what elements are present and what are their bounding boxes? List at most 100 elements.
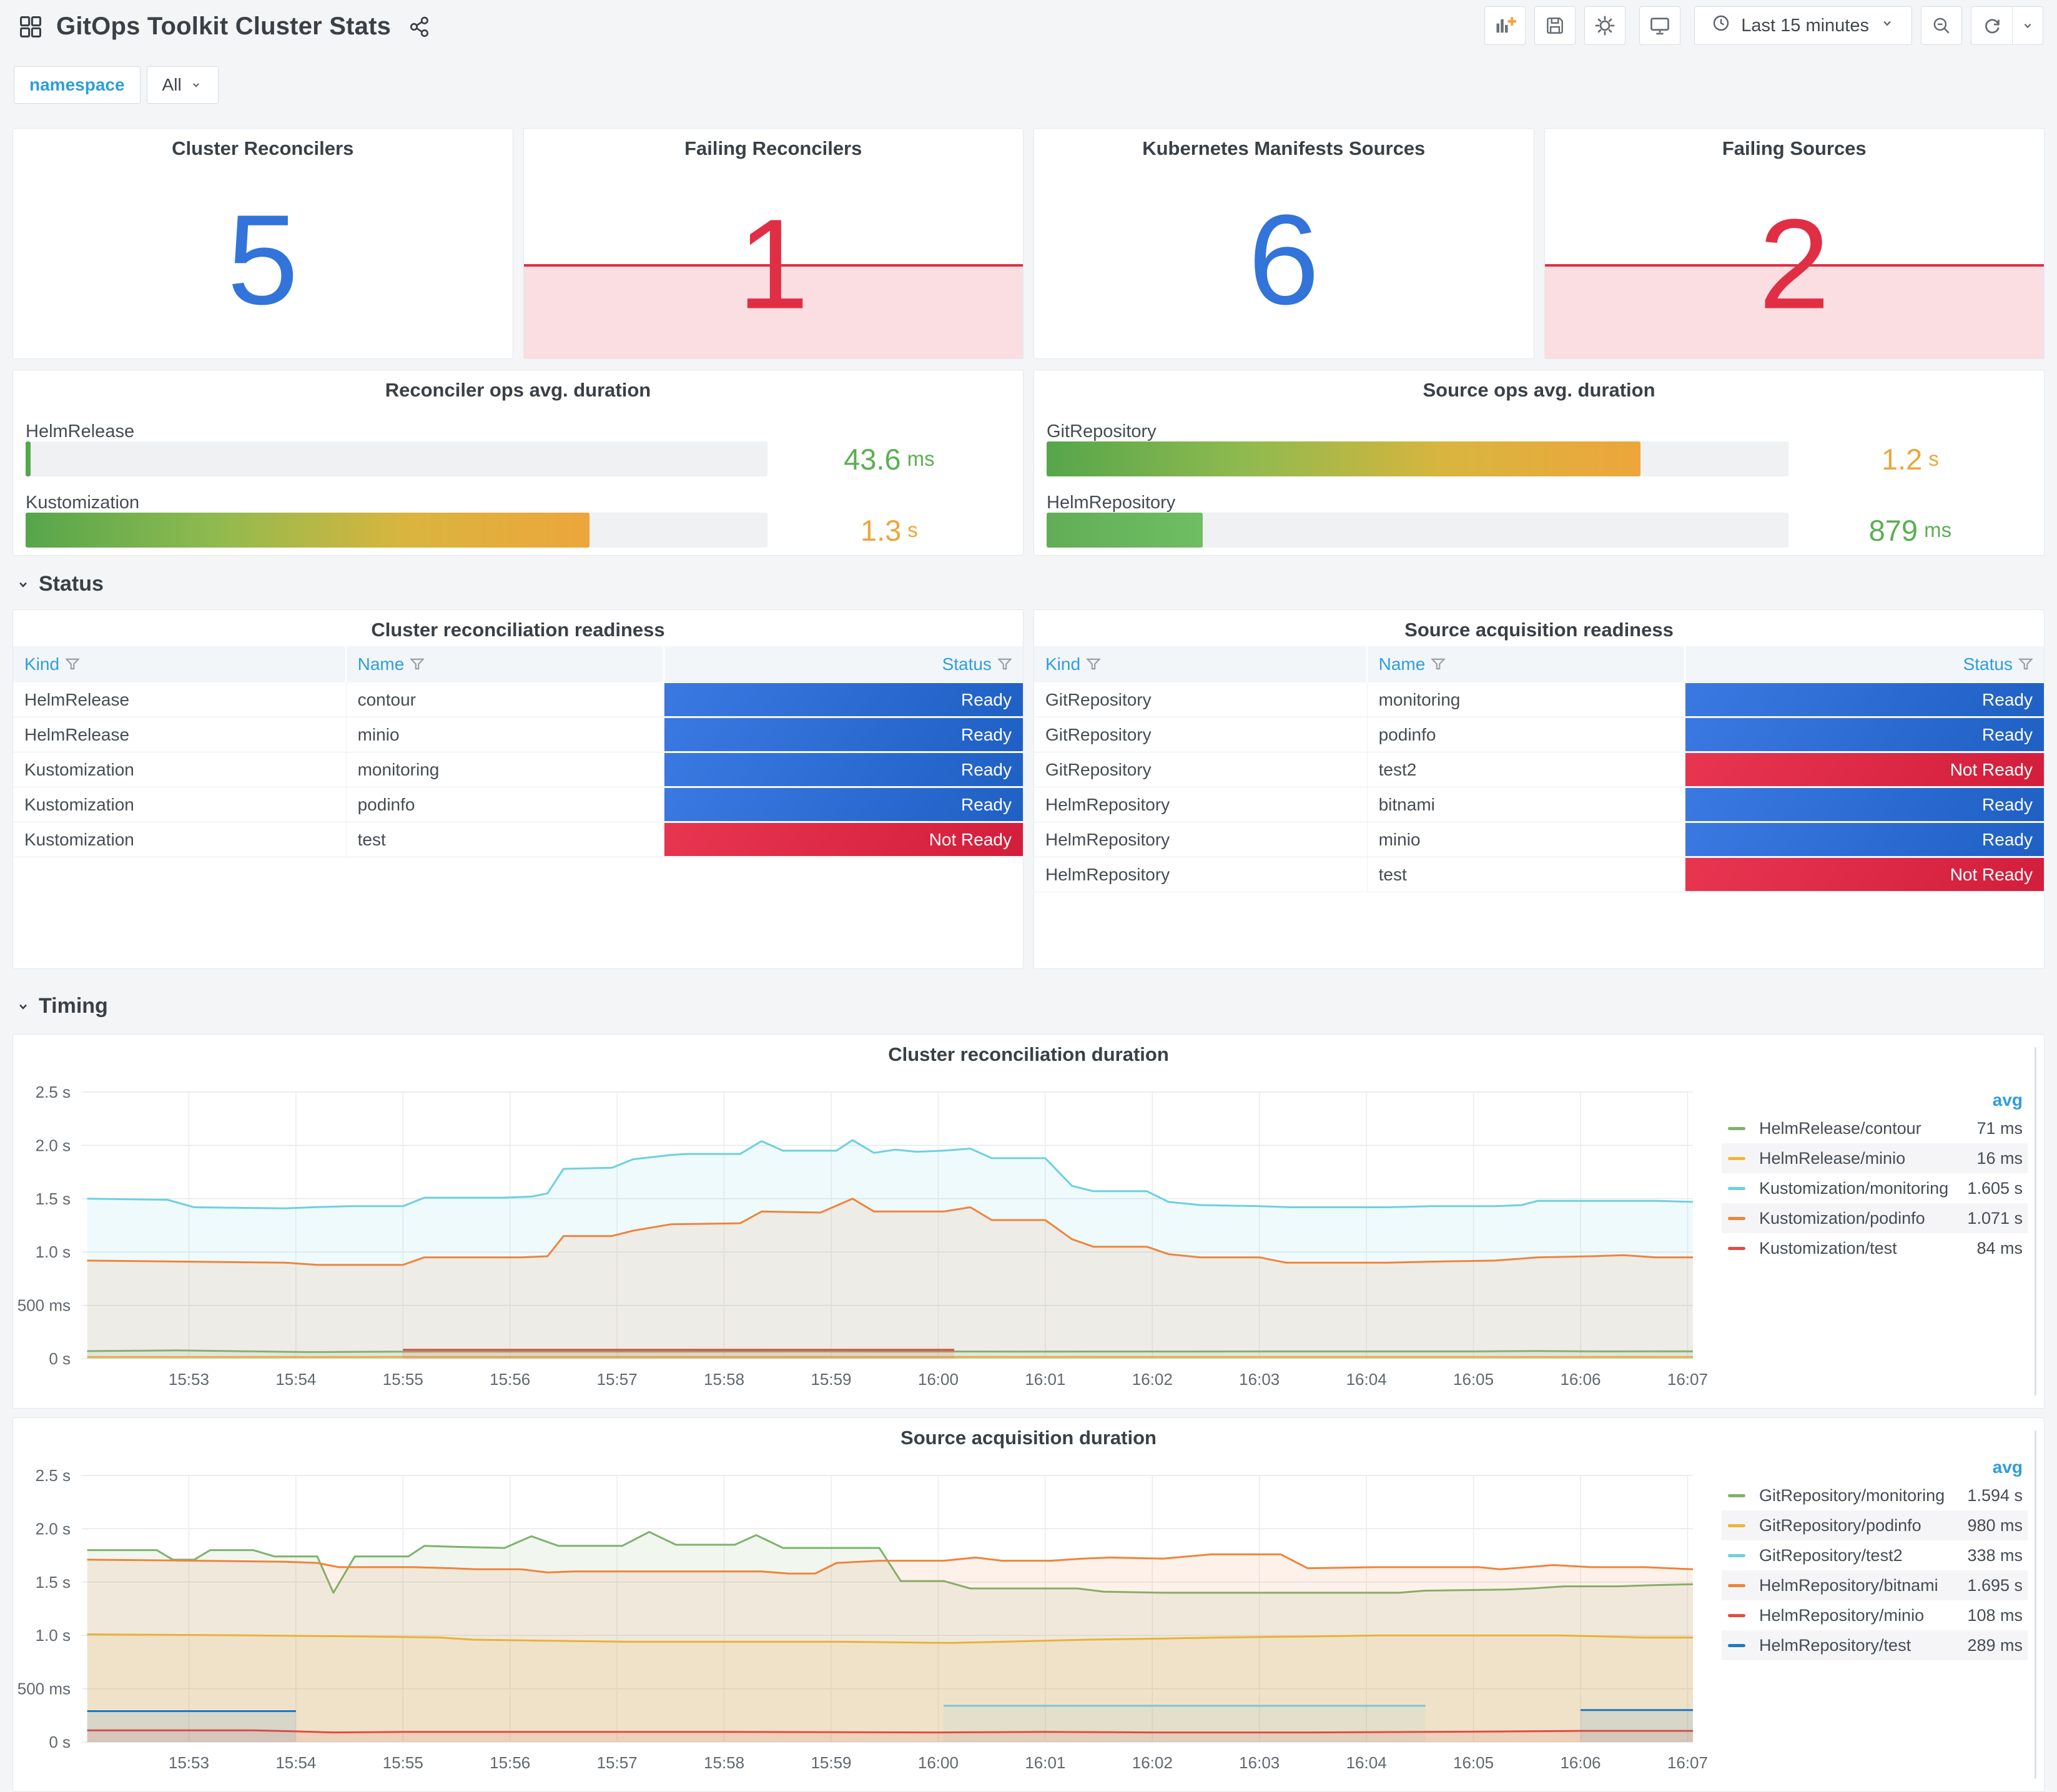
panel-title[interactable]: Source ops avg. duration: [1034, 379, 2044, 401]
gauge-value-unit: s: [907, 518, 918, 541]
chevron-down-icon: [1879, 15, 1895, 36]
refresh-interval-dropdown[interactable]: [2013, 7, 2043, 44]
cell-status: Ready: [1685, 822, 2044, 857]
svg-text:16:00: 16:00: [918, 1370, 959, 1389]
legend-item[interactable]: Kustomization/monitoring 1.605 s: [1722, 1173, 2028, 1203]
tables-row: Cluster reconciliation readiness Kind Name…: [12, 609, 2045, 969]
legend-item[interactable]: HelmRepository/minio 108 ms: [1722, 1600, 2028, 1630]
legend-series-avg: 16 ms: [1976, 1148, 2023, 1168]
legend-scrollbar[interactable]: [2035, 1430, 2036, 1779]
legend-avg-header[interactable]: avg: [1722, 1454, 2028, 1480]
section-timing[interactable]: Timing: [15, 994, 108, 1018]
legend-item[interactable]: GitRepository/podinfo 980 ms: [1722, 1510, 2028, 1540]
panel-title[interactable]: Failing Reconcilers: [524, 137, 1024, 160]
legend-item[interactable]: GitRepository/monitoring 1.594 s: [1722, 1480, 2028, 1510]
settings-button[interactable]: [1584, 6, 1626, 45]
filter-icon[interactable]: [66, 657, 80, 671]
gauge-value-unit: ms: [907, 447, 935, 470]
gauge-row: Reconciler ops avg. duration HelmRelease 4…: [12, 370, 2045, 556]
dashboard-header: GitOps Toolkit Cluster Stats Last 15 min…: [0, 0, 2057, 51]
column-header-name[interactable]: Name: [347, 646, 664, 682]
section-chevron-icon: [19, 582, 27, 588]
table-row: GitRepository test2 Not Ready: [1034, 752, 2044, 787]
variable-namespace-label[interactable]: namespace: [14, 66, 141, 104]
legend-scrollbar[interactable]: [2035, 1047, 2036, 1396]
legend-avg-header[interactable]: avg: [1722, 1087, 2028, 1113]
panel-title[interactable]: Cluster reconciliation readiness: [13, 619, 1023, 641]
stat-value: 6: [1248, 188, 1320, 332]
table-row: HelmRelease minio Ready: [13, 717, 1023, 752]
column-header-kind[interactable]: Kind: [1034, 646, 1368, 682]
time-range-picker[interactable]: Last 15 minutes: [1694, 6, 1912, 45]
legend-item[interactable]: Kustomization/test 84 ms: [1722, 1233, 2028, 1263]
stat-panel: Cluster Reconcilers 5: [12, 128, 513, 359]
table-panel: Cluster reconciliation readiness Kind Name…: [12, 609, 1024, 969]
column-header-status[interactable]: Status: [664, 646, 1023, 682]
panel-title[interactable]: Reconciler ops avg. duration: [13, 379, 1023, 401]
svg-text:0 s: 0 s: [49, 1733, 71, 1751]
status-badge: Not Ready: [1685, 858, 2044, 891]
svg-text:16:05: 16:05: [1453, 1753, 1494, 1772]
cell-kind: HelmRelease: [13, 717, 347, 752]
filter-icon[interactable]: [410, 657, 425, 671]
gauge-fill: [1047, 513, 1203, 548]
series-area: [403, 1349, 955, 1359]
tv-mode-button[interactable]: [1639, 6, 1681, 45]
refresh-button[interactable]: [1971, 7, 2013, 44]
legend-item[interactable]: HelmRepository/bitnami 1.695 s: [1722, 1570, 2028, 1600]
cell-kind: HelmRelease: [13, 682, 347, 717]
svg-text:2.5 s: 2.5 s: [36, 1083, 71, 1101]
cell-status: Ready: [1685, 717, 2044, 752]
cell-name: monitoring: [347, 752, 664, 787]
gauge-value-number: 43.6: [844, 442, 901, 476]
cell-kind: HelmRepository: [1034, 822, 1368, 857]
cell-kind: GitRepository: [1034, 752, 1368, 787]
panel-title[interactable]: Source acquisition readiness: [1034, 619, 2044, 641]
gauge-track: [1047, 513, 1789, 548]
series-color-swatch: [1728, 1524, 1745, 1527]
filter-icon[interactable]: [997, 657, 1012, 671]
legend-item[interactable]: HelmRelease/contour 71 ms: [1722, 1113, 2028, 1143]
variable-namespace-value[interactable]: All: [146, 66, 219, 104]
legend-item[interactable]: HelmRelease/minio 16 ms: [1722, 1143, 2028, 1173]
panel-title[interactable]: Kubernetes Manifests Sources: [1034, 137, 1534, 160]
svg-text:15:58: 15:58: [704, 1370, 744, 1389]
column-header-status[interactable]: Status: [1685, 646, 2044, 682]
svg-text:16:02: 16:02: [1132, 1753, 1173, 1772]
cell-status: Not Ready: [664, 822, 1023, 857]
legend-item[interactable]: GitRepository/test2 338 ms: [1722, 1540, 2028, 1570]
gauge-value: 1.2 s: [1792, 441, 2029, 476]
filter-icon[interactable]: [1087, 657, 1101, 671]
status-badge: Ready: [1685, 683, 2044, 716]
save-button[interactable]: [1534, 6, 1576, 45]
legend-item[interactable]: HelmRepository/test 289 ms: [1722, 1630, 2028, 1660]
dashboard-grid-icon[interactable]: [19, 15, 42, 39]
table-row: GitRepository monitoring Ready: [1034, 682, 2044, 717]
filter-icon[interactable]: [1431, 657, 1446, 671]
series-color-swatch: [1728, 1643, 1745, 1647]
stat-row: Cluster Reconcilers 5 Failing Reconcilers 1…: [12, 128, 2045, 359]
column-header-kind[interactable]: Kind: [13, 646, 347, 682]
gauge-fill: [26, 441, 31, 476]
share-icon[interactable]: [408, 16, 431, 38]
stat-panel: Kubernetes Manifests Sources 6: [1033, 128, 1534, 359]
legend-item[interactable]: Kustomization/podinfo 1.071 s: [1722, 1203, 2028, 1233]
series-area: [87, 1711, 296, 1742]
svg-text:16:01: 16:01: [1025, 1370, 1065, 1389]
column-header-name[interactable]: Name: [1368, 646, 1685, 682]
add-panel-button[interactable]: [1484, 6, 1526, 45]
svg-text:15:56: 15:56: [490, 1370, 530, 1389]
panel-title[interactable]: Cluster Reconcilers: [13, 137, 513, 160]
filter-icon[interactable]: [2018, 657, 2033, 671]
svg-text:15:56: 15:56: [490, 1753, 530, 1772]
svg-text:2.0 s: 2.0 s: [36, 1519, 71, 1538]
gauge-value-number: 879: [1868, 513, 1918, 547]
zoom-out-button[interactable]: [1921, 6, 1962, 45]
svg-text:0 s: 0 s: [49, 1349, 71, 1368]
legend-series-avg: 338 ms: [1967, 1545, 2023, 1565]
section-status[interactable]: Status: [15, 572, 104, 596]
panel-title[interactable]: Failing Sources: [1545, 137, 2045, 160]
dashboard-page: GitOps Toolkit Cluster Stats Last 15 min…: [0, 0, 2057, 1792]
svg-text:16:04: 16:04: [1346, 1753, 1387, 1772]
status-badge: Ready: [664, 718, 1023, 751]
